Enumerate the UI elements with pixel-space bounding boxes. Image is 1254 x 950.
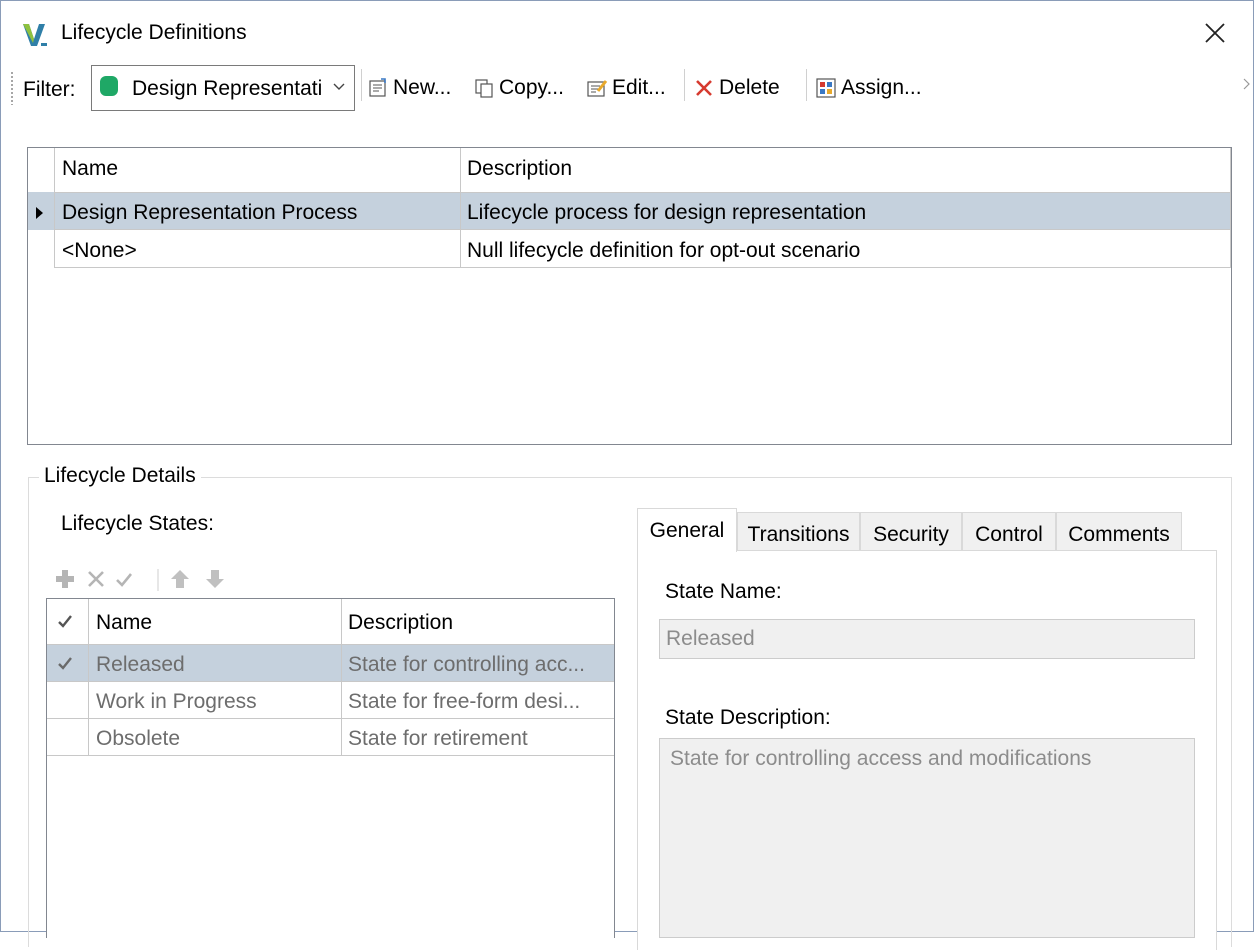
tab-general[interactable]: General [637, 508, 737, 552]
filter-label: Filter: [23, 78, 76, 101]
table-row[interactable]: Design Representation Process Lifecycle … [28, 192, 1231, 230]
state-name: Work in Progress [96, 690, 257, 713]
state-name: Released [96, 653, 185, 676]
grid-line [54, 192, 1230, 193]
tab-transitions[interactable]: Transitions [737, 512, 860, 552]
delete-button[interactable]: Delete [693, 71, 780, 105]
edit-icon [587, 80, 608, 97]
grid-line [47, 718, 614, 719]
table-row[interactable]: <None> Null lifecycle definition for opt… [28, 230, 1231, 268]
state-description: State for free-form desi... [348, 690, 581, 713]
edit-label: Edit... [612, 76, 666, 99]
grid-line [54, 229, 1230, 230]
column-header-name[interactable]: Name [96, 611, 152, 635]
tab-control[interactable]: Control [962, 512, 1056, 552]
lifecycle-definitions-dialog: Lifecycle Definitions Filter: Design Rep… [0, 0, 1254, 950]
table-row[interactable]: Released State for controlling acc... [47, 645, 614, 682]
state-name-field[interactable]: Released [659, 619, 1195, 659]
copy-button[interactable]: Copy... [473, 71, 564, 105]
title-bar: Lifecycle Definitions [1, 1, 1253, 63]
chevron-down-icon [333, 83, 345, 90]
table-row[interactable]: Obsolete State for retirement [47, 719, 614, 756]
move-up-icon[interactable] [171, 570, 189, 588]
toolbar: Filter: Design Representation Process Ne… [1, 63, 1253, 117]
grid-line [341, 599, 342, 756]
toolbar-separator [684, 69, 685, 101]
toolbar-separator [361, 69, 362, 101]
remove-state-icon[interactable] [88, 571, 104, 587]
grid-line [460, 148, 461, 268]
grid-line [47, 644, 614, 645]
copy-label: Copy... [499, 76, 564, 99]
assign-label: Assign... [841, 76, 922, 99]
state-name-label: State Name: [665, 580, 782, 603]
delete-icon [696, 80, 712, 96]
checkmark-icon [58, 657, 72, 670]
edit-button[interactable]: Edit... [586, 71, 666, 105]
grid-line [88, 599, 89, 756]
lifecycle-states-grid: Name Description Released State for cont… [46, 598, 615, 938]
tab-security[interactable]: Security [860, 512, 962, 552]
toolbar-grip[interactable] [10, 71, 14, 105]
delete-label: Delete [719, 76, 780, 99]
column-header-description[interactable]: Description [467, 157, 572, 181]
state-name: Obsolete [96, 727, 181, 750]
new-label: New... [393, 76, 452, 99]
table-row[interactable]: Work in Progress State for free-form des… [47, 682, 614, 719]
state-details-tabs: General Transitions Security Control Com… [637, 508, 1197, 552]
filter-value: Design Representation Process [132, 77, 322, 100]
definition-description: Lifecycle process for design representat… [467, 201, 867, 224]
tab-comments[interactable]: Comments [1056, 512, 1182, 552]
state-description: State for controlling acc... [348, 653, 585, 676]
column-header-description[interactable]: Description [348, 611, 453, 635]
grid-header: Name Description [28, 148, 1231, 188]
new-document-icon [369, 78, 386, 97]
state-description-field[interactable]: State for controlling access and modific… [659, 738, 1195, 938]
move-down-icon[interactable] [206, 570, 224, 588]
copy-icon [475, 79, 493, 98]
grid-line [47, 755, 614, 756]
window-title: Lifecycle Definitions [61, 21, 247, 44]
toolbar-separator [806, 69, 807, 101]
grid-line [47, 681, 614, 682]
definition-name: <None> [62, 239, 137, 262]
lifecycle-states-label: Lifecycle States: [61, 512, 214, 535]
assign-icon [816, 78, 836, 98]
close-icon[interactable] [1199, 17, 1231, 49]
row-selector-arrow-icon [36, 207, 43, 219]
assign-button[interactable]: Assign... [815, 71, 922, 105]
default-state-check-icon [58, 615, 72, 628]
filter-color-swatch [100, 76, 118, 96]
grid-line [54, 267, 1230, 268]
vault-app-icon [21, 21, 49, 49]
lifecycle-definitions-grid: Name Description Design Representation P… [27, 147, 1232, 445]
definition-name: Design Representation Process [62, 201, 358, 224]
lifecycle-details-label: Lifecycle Details [39, 464, 201, 488]
states-toolbar [56, 569, 224, 591]
grid-line [1230, 148, 1231, 268]
grid-line [54, 148, 55, 268]
state-description-label: State Description: [665, 706, 831, 729]
definition-description: Null lifecycle definition for opt-out sc… [467, 239, 861, 262]
add-state-icon[interactable] [56, 570, 74, 588]
grid-header: Name Description [47, 599, 614, 644]
state-description: State for retirement [348, 727, 528, 750]
filter-dropdown[interactable]: Design Representation Process [91, 65, 355, 111]
set-default-state-icon[interactable] [116, 573, 133, 587]
column-header-name[interactable]: Name [62, 157, 118, 181]
toolbar-overflow-icon[interactable] [1243, 77, 1251, 91]
new-button[interactable]: New... [367, 71, 451, 105]
